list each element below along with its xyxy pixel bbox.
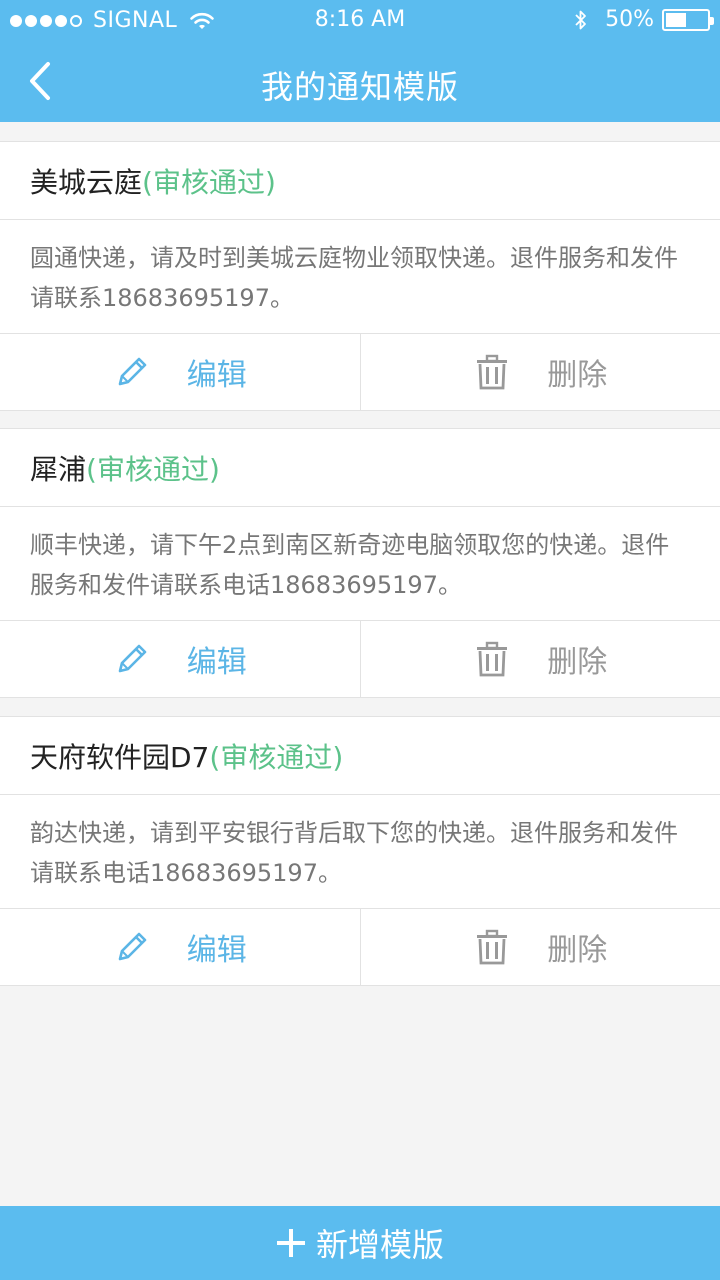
battery-percent: 50% [605, 7, 654, 32]
pencil-icon [118, 644, 147, 673]
edit-button[interactable]: 编辑 [0, 621, 360, 697]
status-badge: (审核通过) [209, 740, 344, 774]
battery-icon [662, 8, 714, 31]
edit-label: 编辑 [186, 645, 247, 680]
plus-icon [276, 1229, 305, 1257]
trash-icon [477, 354, 508, 390]
trash-icon [477, 641, 508, 677]
status-right: 50% [573, 7, 714, 32]
template-content: 韵达快递，请到平安银行背后取下您的快递。退件服务和发件请联系电话18683695… [0, 795, 720, 909]
template-content: 顺丰快递，请下午2点到南区新奇迹电脑领取您的快递。退件服务和发件请联系电话186… [0, 507, 720, 621]
edit-button[interactable]: 编辑 [0, 909, 360, 985]
delete-label: 删除 [547, 645, 608, 680]
template-name: 犀浦 [30, 452, 87, 486]
status-badge: (审核通过) [142, 165, 276, 199]
status-bar: SIGNAL 8:16 AM 50% [0, 0, 720, 40]
template-actions: 编辑 删除 [0, 909, 720, 985]
pencil-icon [118, 357, 147, 386]
add-template-button[interactable]: 新增模版 [0, 1206, 720, 1280]
template-actions: 编辑 删除 [0, 334, 720, 410]
template-name: 美城云庭 [30, 165, 143, 199]
nav-bar: 我的通知模版 [0, 40, 720, 122]
template-title: 犀浦 (审核通过) [0, 429, 720, 507]
delete-button[interactable]: 删除 [359, 909, 720, 985]
template-name: 天府软件园D7 [30, 740, 210, 774]
template-card: 天府软件园D7 (审核通过) 韵达快递，请到平安银行背后取下您的快递。退件服务和发… [0, 716, 720, 986]
delete-label: 删除 [547, 358, 608, 393]
delete-label: 删除 [547, 933, 608, 968]
template-title: 美城云庭 (审核通过) [0, 142, 720, 220]
edit-button[interactable]: 编辑 [0, 334, 360, 410]
edit-label: 编辑 [186, 358, 247, 393]
bluetooth-icon [575, 10, 586, 29]
battery-level [666, 12, 686, 27]
edit-label: 编辑 [186, 933, 247, 968]
add-template-label: 新增模版 [315, 1226, 444, 1264]
delete-button[interactable]: 删除 [359, 334, 720, 410]
template-title: 天府软件园D7 (审核通过) [0, 717, 720, 795]
page-title: 我的通知模版 [260, 68, 459, 106]
template-card: 犀浦 (审核通过) 顺丰快递，请下午2点到南区新奇迹电脑领取您的快递。退件服务和发… [0, 428, 720, 698]
template-content: 圆通快递，请及时到美城云庭物业领取快递。退件服务和发件请联系1868369519… [0, 220, 720, 334]
top-bar: SIGNAL 8:16 AM 50% 我的通知模版 [0, 0, 720, 122]
delete-button[interactable]: 删除 [359, 621, 720, 697]
trash-icon [477, 929, 508, 965]
status-badge: (审核通过) [86, 452, 220, 486]
template-card: 美城云庭 (审核通过) 圆通快递，请及时到美城云庭物业领取快递。退件服务和发件请联… [0, 141, 720, 411]
template-actions: 编辑 删除 [0, 621, 720, 697]
pencil-icon [118, 932, 147, 961]
